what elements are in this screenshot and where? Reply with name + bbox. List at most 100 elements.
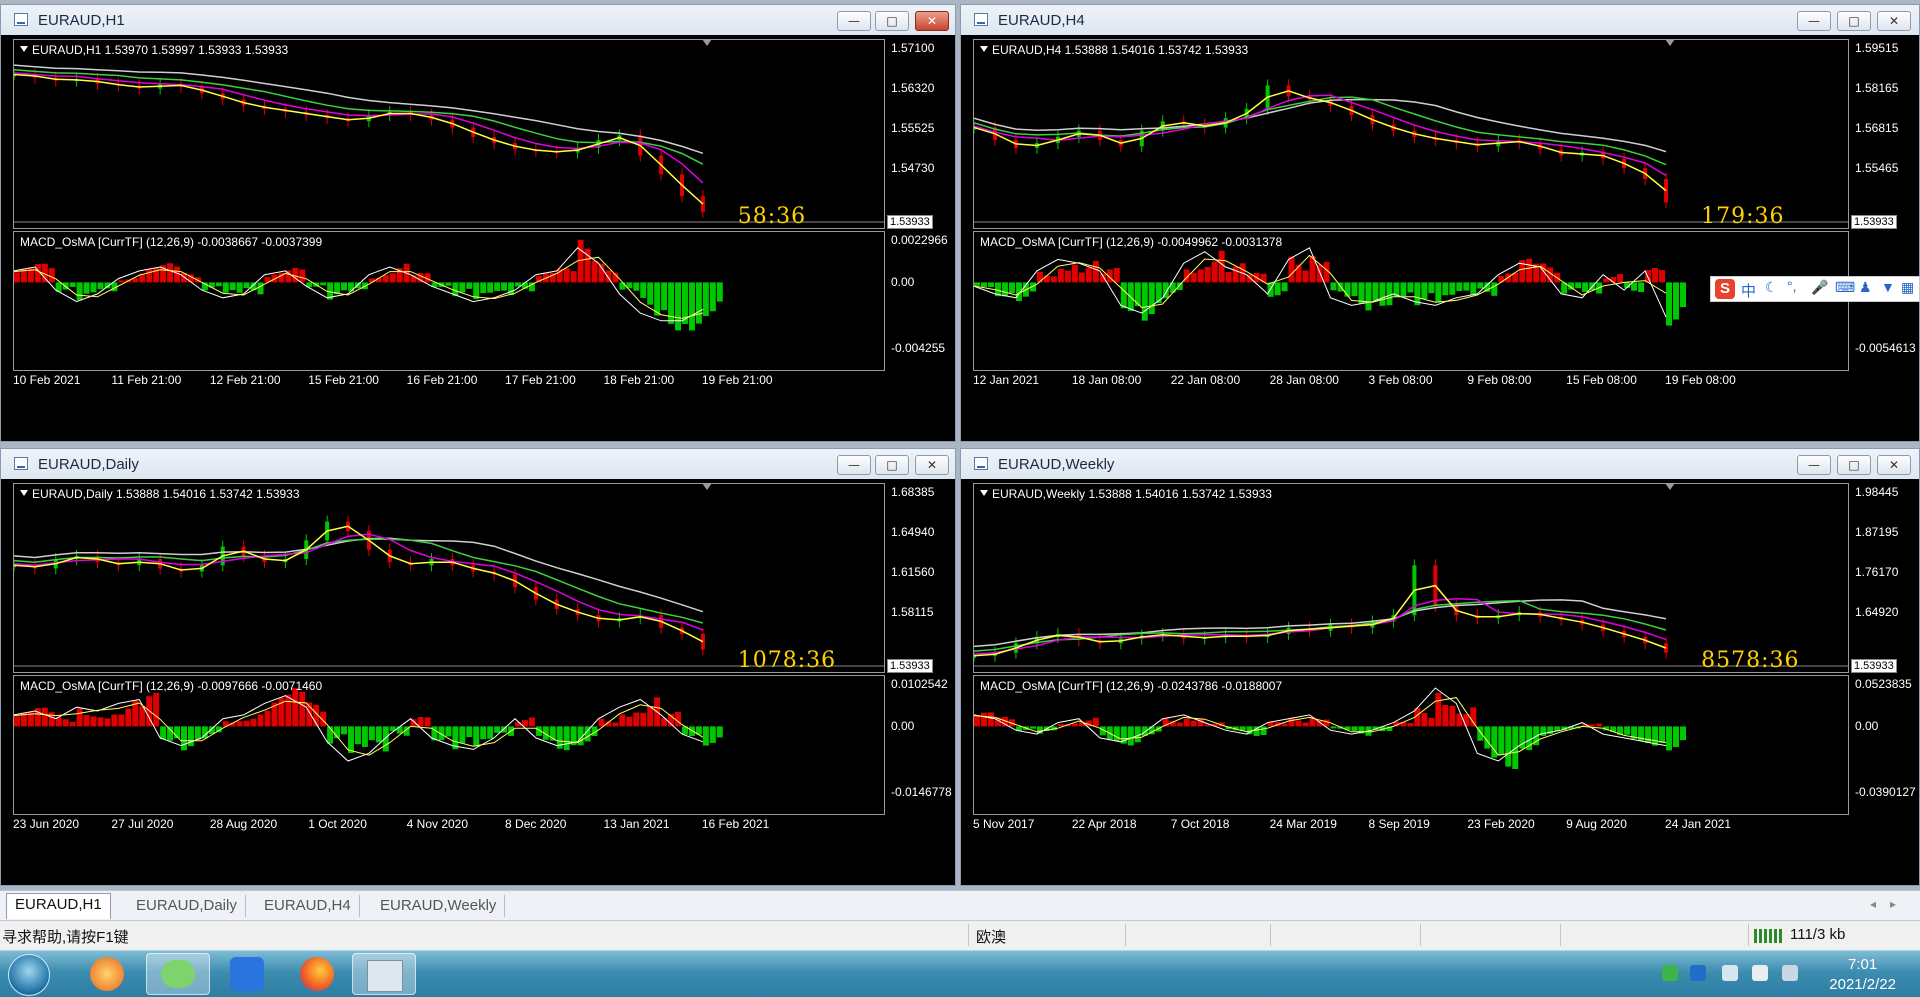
signal-tray-icon[interactable] bbox=[1782, 965, 1798, 981]
osma-bar bbox=[466, 726, 473, 738]
price-pane[interactable]: EURAUD,H4 1.53888 1.54016 1.53742 1.5393… bbox=[973, 39, 1849, 229]
ohlc-text: EURAUD,H1 1.53970 1.53997 1.53933 1.5393… bbox=[32, 43, 289, 57]
taskbar-metatrader[interactable] bbox=[352, 953, 416, 995]
price-axis-tick: 1.56320 bbox=[891, 81, 935, 95]
osma-bar bbox=[1470, 282, 1477, 296]
osma-bar bbox=[1617, 274, 1624, 283]
chart-shift-marker[interactable] bbox=[1665, 39, 1676, 46]
taskbar-app-blue[interactable] bbox=[216, 953, 280, 995]
chart-window-euraud-h4[interactable]: EURAUD,H4 — □ ✕ EURAUD,H4 1.53888 1.5401… bbox=[960, 4, 1920, 442]
toolbox-icon[interactable]: ▦ bbox=[1901, 279, 1914, 296]
chart-area[interactable]: EURAUD,Weekly 1.53888 1.54016 1.53742 1.… bbox=[961, 479, 1919, 885]
tab-euraud-h1[interactable]: EURAUD,H1 bbox=[6, 893, 111, 919]
osma-bar bbox=[1603, 278, 1610, 283]
chart-shift-marker[interactable] bbox=[1665, 483, 1676, 490]
tab-euraud-daily[interactable]: EURAUD,Daily bbox=[128, 895, 246, 917]
osma-bar bbox=[1386, 282, 1393, 306]
time-axis-tick: 17 Feb 21:00 bbox=[505, 373, 576, 387]
osma-bar bbox=[1127, 726, 1134, 746]
chart-shift-marker[interactable] bbox=[701, 483, 712, 490]
taskbar-wechat[interactable] bbox=[146, 953, 210, 995]
tab-euraud-h4[interactable]: EURAUD,H4 bbox=[256, 895, 360, 917]
osma-bar bbox=[90, 716, 97, 727]
price-pane[interactable]: EURAUD,Daily 1.53888 1.54016 1.53742 1.5… bbox=[13, 483, 885, 673]
window-titlebar[interactable]: EURAUD,H4 — □ ✕ bbox=[961, 5, 1919, 35]
current-price-tag: 1.53933 bbox=[1851, 659, 1897, 673]
osma-bar bbox=[563, 268, 570, 283]
chart-area[interactable]: EURAUD,H4 1.53888 1.54016 1.53742 1.5393… bbox=[961, 35, 1919, 441]
time-axis-tick: 22 Apr 2018 bbox=[1071, 817, 1137, 831]
osma-bar bbox=[716, 282, 723, 302]
macd-pane[interactable]: MACD_OsMA [CurrTF] (12,26,9) -0.0097666 … bbox=[13, 675, 885, 815]
volume-tray-icon[interactable] bbox=[1752, 965, 1768, 981]
price-chart bbox=[14, 64, 884, 223]
osma-bar bbox=[146, 269, 153, 283]
window-titlebar[interactable]: EURAUD,Weekly — □ ✕ bbox=[961, 449, 1919, 479]
price-pane[interactable]: EURAUD,H1 1.53970 1.53997 1.53933 1.5393… bbox=[13, 39, 885, 229]
user-icon[interactable]: ♟ bbox=[1859, 279, 1872, 296]
bar-countdown-timer: 8578:36 bbox=[1701, 648, 1800, 673]
macd-chart bbox=[14, 239, 723, 331]
minimize-button[interactable]: — bbox=[837, 11, 871, 31]
chart-window-euraud-h1[interactable]: EURAUD,H1 — □ ✕ EURAUD,H1 1.53970 1.5399… bbox=[0, 4, 956, 442]
macd-pane[interactable]: MACD_OsMA [CurrTF] (12,26,9) -0.0038667 … bbox=[13, 231, 885, 371]
security-tray-icon[interactable] bbox=[1690, 965, 1706, 981]
time-axis-tick: 15 Feb 21:00 bbox=[308, 373, 379, 387]
osma-bar bbox=[675, 712, 682, 727]
osma-bar bbox=[243, 720, 250, 727]
osma-bar bbox=[1421, 282, 1428, 300]
chart-window-euraud-weekly[interactable]: EURAUD,Weekly — □ ✕ EURAUD,Weekly 1.5388… bbox=[960, 448, 1920, 886]
close-button[interactable]: ✕ bbox=[1877, 455, 1911, 475]
maximize-button[interactable]: □ bbox=[875, 455, 909, 475]
macd-axis-tick: -0.0390127 bbox=[1855, 785, 1916, 799]
network-tray-icon[interactable] bbox=[1722, 965, 1738, 981]
punctuation-icon[interactable]: °, bbox=[1787, 278, 1797, 294]
minimize-button[interactable]: — bbox=[837, 455, 871, 475]
taskbar-firefox[interactable] bbox=[286, 953, 350, 995]
osma-bar bbox=[1680, 726, 1687, 741]
chart-window-icon bbox=[974, 13, 988, 26]
macd-axis-tick: 0.0102542 bbox=[891, 677, 948, 691]
skin-icon[interactable]: ▼ bbox=[1881, 279, 1895, 295]
osma-bar bbox=[69, 721, 76, 727]
microphone-icon[interactable]: 🎤 bbox=[1811, 279, 1828, 296]
minimize-button[interactable]: — bbox=[1797, 11, 1831, 31]
osma-bar bbox=[236, 282, 243, 293]
osma-bar bbox=[1071, 723, 1078, 727]
window-titlebar[interactable]: EURAUD,H1 — □ ✕ bbox=[1, 5, 955, 35]
maximize-button[interactable]: □ bbox=[1837, 455, 1871, 475]
ime-toolbar[interactable]: S 中 ☾ °, 🎤 ⌨ ♟ ▼ ▦ bbox=[1710, 276, 1920, 302]
wechat-tray-icon[interactable] bbox=[1662, 965, 1678, 981]
chart-area[interactable]: EURAUD,Daily 1.53888 1.54016 1.53742 1.5… bbox=[1, 479, 955, 885]
osma-bar bbox=[1183, 718, 1190, 727]
price-axis-tick: 1.55525 bbox=[891, 121, 935, 135]
firefox-icon bbox=[300, 957, 334, 991]
chart-area[interactable]: EURAUD,H1 1.53970 1.53997 1.53933 1.5393… bbox=[1, 35, 955, 441]
ime-language-toggle[interactable]: 中 bbox=[1741, 280, 1756, 301]
osma-bar bbox=[695, 282, 702, 324]
moon-icon[interactable]: ☾ bbox=[1765, 279, 1778, 296]
close-button[interactable]: ✕ bbox=[1877, 11, 1911, 31]
sogou-icon[interactable]: S bbox=[1715, 279, 1735, 299]
tab-scroll-arrows[interactable]: ◂▸ bbox=[1870, 897, 1910, 911]
maximize-button[interactable]: □ bbox=[1837, 11, 1871, 31]
osma-bar bbox=[1071, 264, 1078, 283]
price-pane[interactable]: EURAUD,Weekly 1.53888 1.54016 1.53742 1.… bbox=[973, 483, 1849, 673]
minimize-button[interactable]: — bbox=[1797, 455, 1831, 475]
osma-bar bbox=[111, 714, 118, 727]
taskbar-app-orange[interactable] bbox=[76, 953, 140, 995]
maximize-button[interactable]: □ bbox=[875, 11, 909, 31]
chart-shift-marker[interactable] bbox=[701, 39, 712, 46]
time-axis-tick: 5 Nov 2017 bbox=[973, 817, 1035, 831]
taskbar-clock[interactable]: 7:01 2021/2/22 bbox=[1829, 955, 1896, 995]
osma-bar bbox=[90, 282, 97, 293]
keyboard-icon[interactable]: ⌨ bbox=[1835, 279, 1855, 296]
close-button[interactable]: ✕ bbox=[915, 455, 949, 475]
price-chart bbox=[974, 559, 1848, 667]
macd-pane[interactable]: MACD_OsMA [CurrTF] (12,26,9) -0.0243786 … bbox=[973, 675, 1849, 815]
tab-euraud-weekly[interactable]: EURAUD,Weekly bbox=[372, 895, 506, 917]
start-button[interactable] bbox=[8, 954, 50, 996]
close-button[interactable]: ✕ bbox=[915, 11, 949, 31]
window-titlebar[interactable]: EURAUD,Daily — □ ✕ bbox=[1, 449, 955, 479]
chart-window-euraud-daily[interactable]: EURAUD,Daily — □ ✕ EURAUD,Daily 1.53888 … bbox=[0, 448, 956, 886]
